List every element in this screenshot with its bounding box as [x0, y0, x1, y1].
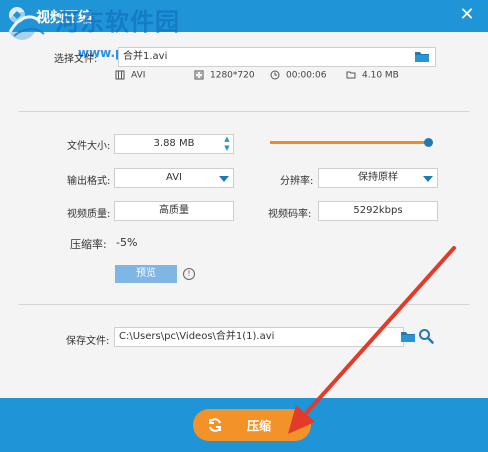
save-path-value: C:\Users\pc\Videos\合并1(1).avi	[119, 331, 275, 342]
divider-bottom	[18, 304, 470, 305]
preview-button[interactable]: 预览	[115, 265, 177, 283]
resolution-value: 保持原样	[358, 172, 398, 183]
filesize-slider[interactable]	[270, 141, 428, 144]
source-file-label: 选择文件:	[54, 54, 98, 65]
bitrate-value: 5292kbps	[353, 205, 403, 216]
quality-value: 高质量	[159, 205, 189, 216]
filesize-value: 3.88 MB	[153, 138, 195, 149]
divider-top	[18, 111, 470, 112]
watermark-text: 河东软件园	[55, 8, 180, 36]
compress-button[interactable]: 压缩	[193, 409, 311, 441]
save-folder-icon[interactable]	[400, 330, 416, 343]
bitrate-input[interactable]: 5292kbps	[318, 201, 438, 221]
annotation-arrow	[288, 246, 456, 434]
save-label: 保存文件:	[66, 336, 110, 347]
info-format: AVI	[115, 70, 145, 81]
info-size-value: 4.10 MB	[362, 70, 399, 81]
info-format-value: AVI	[131, 70, 146, 81]
chevron-down-icon	[219, 176, 229, 182]
bitrate-label: 视频码率:	[268, 209, 312, 220]
filesize-slider-handle[interactable]	[424, 138, 433, 147]
ratio-label: 压缩率:	[70, 238, 107, 251]
chevron-down-icon	[423, 176, 433, 182]
compress-window: 视频压缩 ✕ 河东软件园 www.pc0359.cn 选择文件: 合并1.avi…	[0, 0, 488, 452]
filesize-label: 文件大小:	[67, 141, 111, 152]
filesize-input[interactable]: 3.88 MB ▲ ▼	[114, 134, 234, 154]
search-icon[interactable]	[418, 328, 434, 344]
quality-input[interactable]: 高质量	[114, 201, 234, 221]
film-icon	[115, 70, 125, 80]
info-duration-value: 00:00:06	[286, 70, 327, 81]
info-resolution: 1280*720	[194, 70, 255, 81]
output-format-value: AVI	[166, 172, 182, 183]
ratio-value: -5%	[116, 236, 138, 249]
info-icon[interactable]: !	[183, 268, 195, 280]
source-file-value: 合并1.avi	[123, 51, 168, 62]
folder-outline-icon	[346, 71, 356, 79]
resolution-label: 分辨率:	[280, 176, 314, 187]
close-icon: ✕	[459, 4, 475, 25]
resolution-icon	[194, 70, 204, 80]
output-format-select[interactable]: AVI	[114, 168, 234, 188]
save-path-field[interactable]: C:\Users\pc\Videos\合并1(1).avi	[114, 327, 404, 347]
info-duration: 00:00:06	[270, 70, 326, 81]
source-file-field[interactable]: 合并1.avi	[118, 47, 436, 67]
watermark-logo	[8, 12, 45, 40]
info-resolution-value: 1280*720	[210, 70, 255, 81]
output-format-label: 输出格式:	[67, 176, 111, 187]
filesize-spinner[interactable]: ▲ ▼	[223, 135, 231, 153]
refresh-icon	[209, 418, 221, 432]
compress-label: 压缩	[247, 419, 272, 433]
source-folder-icon[interactable]	[414, 50, 430, 63]
close-button[interactable]: ✕	[456, 4, 478, 26]
quality-label: 视频质量:	[67, 209, 111, 220]
clock-icon	[270, 70, 280, 80]
resolution-select[interactable]: 保持原样	[318, 168, 438, 188]
info-size: 4.10 MB	[346, 70, 399, 81]
